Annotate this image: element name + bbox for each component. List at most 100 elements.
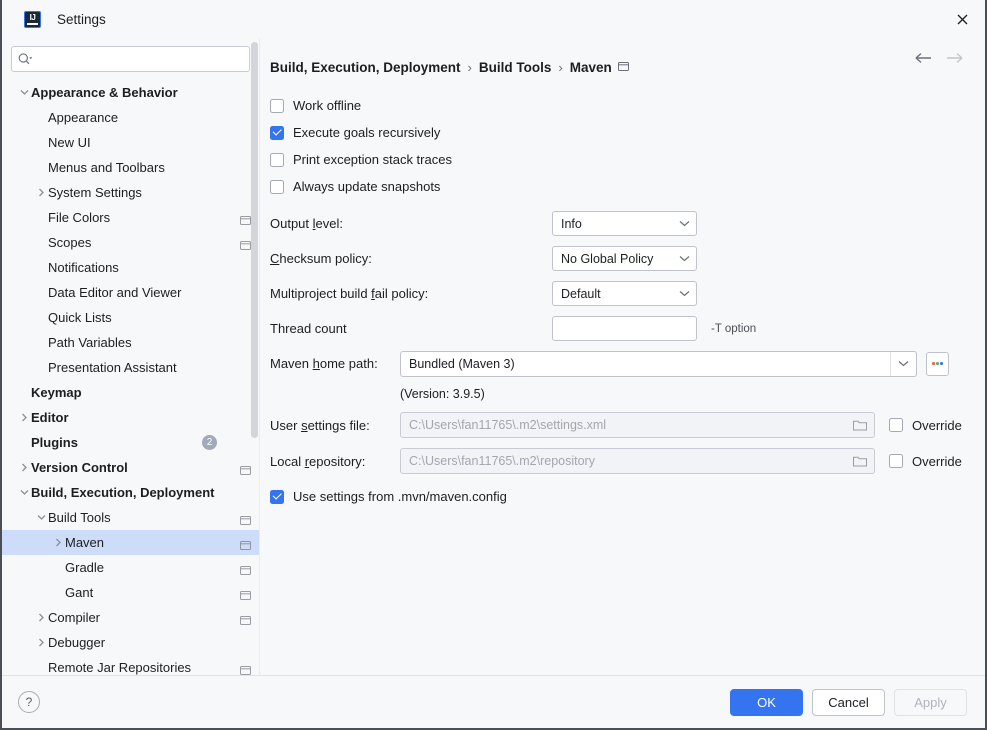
checkbox-print-exception-stack-traces[interactable]: Print exception stack traces [270, 146, 967, 173]
user-settings-label: User settings file: [270, 417, 370, 433]
chevron-down-icon[interactable] [34, 514, 48, 521]
help-button[interactable]: ? [18, 691, 40, 713]
sidebar-scrollbar[interactable] [250, 42, 259, 675]
sidebar-item-label: Build Tools [48, 510, 111, 525]
sidebar-item-appearance-behavior[interactable]: Appearance & Behavior [2, 80, 259, 105]
sidebar-item-remote-jar-repositories[interactable]: Remote Jar Repositories [2, 655, 259, 675]
folder-icon[interactable] [846, 449, 874, 473]
sidebar-item-label: Remote Jar Repositories [48, 660, 192, 675]
sidebar-item-debugger[interactable]: Debugger [2, 630, 259, 655]
fail-policy-dropdown[interactable]: Default [552, 281, 697, 306]
maven-home-label: Maven home path: [270, 356, 378, 371]
sidebar-item-gant[interactable]: Gant [2, 580, 259, 605]
sidebar-item-path-variables[interactable]: Path Variables [2, 330, 259, 355]
sidebar-item-gradle[interactable]: Gradle [2, 555, 259, 580]
breadcrumb-item[interactable]: Maven [570, 60, 612, 75]
settings-sidebar: Appearance & Behavior Appearance New UI Men… [2, 38, 260, 675]
field-maven-home-path: Maven home path: Bundled (Maven 3) [270, 346, 967, 381]
local-repository-path-field[interactable]: C:\Users\fan11765\.m2\repository [400, 448, 875, 474]
user-settings-path-field[interactable]: C:\Users\fan11765\.m2\settings.xml [400, 412, 875, 438]
checkbox-box[interactable] [270, 179, 284, 194]
sidebar-item-version-control[interactable]: Version Control [2, 455, 259, 480]
output-level-label: Output level: [270, 216, 343, 231]
sidebar-item-new-ui[interactable]: New UI [2, 130, 259, 155]
chevron-right-icon[interactable] [34, 613, 48, 622]
maven-home-dropdown[interactable]: Bundled (Maven 3) [400, 350, 917, 377]
checkbox-box[interactable] [889, 454, 903, 468]
checkbox-execute-goals-recursively[interactable]: Execute goals recursively [270, 119, 967, 146]
sidebar-item-label: Quick Lists [48, 310, 112, 325]
chevron-right-icon[interactable] [51, 538, 65, 547]
field-checksum-policy: Checksum policy: No Global Policy [270, 241, 967, 276]
checkbox-box[interactable] [270, 152, 284, 167]
module-settings-icon [617, 58, 629, 76]
checkbox-work-offline[interactable]: Work offline [270, 92, 967, 119]
chevron-right-icon[interactable] [34, 188, 48, 197]
sidebar-item-label: Gradle [65, 560, 105, 575]
chevron-right-icon[interactable] [34, 638, 48, 647]
sidebar-item-label: Build, Execution, Deployment [31, 485, 215, 500]
logo-text: IJ [29, 13, 36, 22]
sidebar-item-system-settings[interactable]: System Settings [2, 180, 259, 205]
sidebar-item-editor[interactable]: Editor [2, 405, 259, 430]
breadcrumb[interactable]: Build, Execution, Deployment › Build Tools… [270, 60, 612, 75]
maven-home-browse-button[interactable] [926, 351, 949, 376]
sidebar-item-presentation-assistant[interactable]: Presentation Assistant [2, 355, 259, 380]
field-user-settings-file: User settings file: C:\Users\fan11765\.m… [270, 407, 967, 443]
search-input[interactable] [36, 52, 243, 66]
checkbox-box[interactable] [270, 489, 284, 504]
sidebar-item-plugins[interactable]: Plugins 2 [2, 430, 259, 455]
checkbox-box[interactable] [270, 125, 284, 140]
checkbox-always-update-snapshots[interactable]: Always update snapshots [270, 173, 967, 200]
sidebar-item-appearance[interactable]: Appearance [2, 105, 259, 130]
checksum-policy-label: Checksum policy: [270, 251, 372, 266]
sidebar-item-label: Compiler [48, 610, 101, 625]
fail-policy-label: Multiproject build fail policy: [270, 286, 429, 301]
thread-count-input[interactable] [552, 316, 697, 341]
sidebar-item-file-colors[interactable]: File Colors [2, 205, 259, 230]
checksum-policy-dropdown[interactable]: No Global Policy [552, 246, 697, 271]
sidebar-item-quick-lists[interactable]: Quick Lists [2, 305, 259, 330]
window-title: Settings [57, 11, 106, 27]
sidebar-item-maven[interactable]: Maven [2, 530, 259, 555]
sidebar-item-compiler[interactable]: Compiler [2, 605, 259, 630]
sidebar-item-data-editor-and-viewer[interactable]: Data Editor and Viewer [2, 280, 259, 305]
sidebar-scrollbar-thumb[interactable] [251, 42, 258, 438]
breadcrumb-item[interactable]: Build Tools [479, 60, 552, 75]
sidebar-item-label: Menus and Toolbars [48, 160, 165, 175]
sidebar-item-scopes[interactable]: Scopes [2, 230, 259, 255]
local-repository-override[interactable]: Override [889, 454, 962, 469]
sidebar-item-build-execution-deployment[interactable]: Build, Execution, Deployment [2, 480, 259, 505]
thread-count-label: Thread count [270, 321, 347, 336]
folder-icon[interactable] [846, 413, 874, 437]
chevron-down-icon[interactable] [17, 489, 31, 496]
sidebar-item-notifications[interactable]: Notifications [2, 255, 259, 280]
chevron-right-icon[interactable] [17, 413, 31, 422]
local-repository-label: Local repository: [270, 453, 366, 469]
sidebar-item-label: Debugger [48, 635, 106, 650]
output-level-dropdown[interactable]: Info [552, 211, 697, 236]
checkbox-box[interactable] [889, 418, 903, 432]
arrow-left-icon[interactable] [915, 52, 933, 64]
user-settings-override[interactable]: Override [889, 418, 962, 433]
search-box[interactable] [11, 46, 250, 72]
ok-button[interactable]: OK [730, 688, 803, 716]
close-icon[interactable] [939, 0, 985, 38]
settings-content: Build, Execution, Deployment › Build Tools… [260, 38, 985, 675]
maven-home-value: Bundled (Maven 3) [409, 356, 515, 371]
chevron-down-icon[interactable] [17, 89, 31, 96]
sidebar-item-label: Gant [65, 585, 94, 600]
cancel-button[interactable]: Cancel [812, 688, 885, 716]
arrow-right-icon[interactable] [945, 52, 963, 64]
settings-tree[interactable]: Appearance & Behavior Appearance New UI Men… [2, 78, 259, 675]
checkbox-label: Use settings from .mvn/maven.config [293, 489, 507, 504]
sidebar-item-label: Version Control [31, 460, 128, 475]
sidebar-item-build-tools[interactable]: Build Tools [2, 505, 259, 530]
chevron-right-icon[interactable] [17, 463, 31, 472]
sidebar-item-label: Notifications [48, 260, 119, 275]
checkbox-box[interactable] [270, 98, 284, 113]
breadcrumb-item[interactable]: Build, Execution, Deployment [270, 60, 461, 75]
checkbox-use-mvn-maven-config[interactable]: Use settings from .mvn/maven.config [270, 483, 967, 510]
sidebar-item-menus-and-toolbars[interactable]: Menus and Toolbars [2, 155, 259, 180]
sidebar-item-keymap[interactable]: Keymap [2, 380, 259, 405]
